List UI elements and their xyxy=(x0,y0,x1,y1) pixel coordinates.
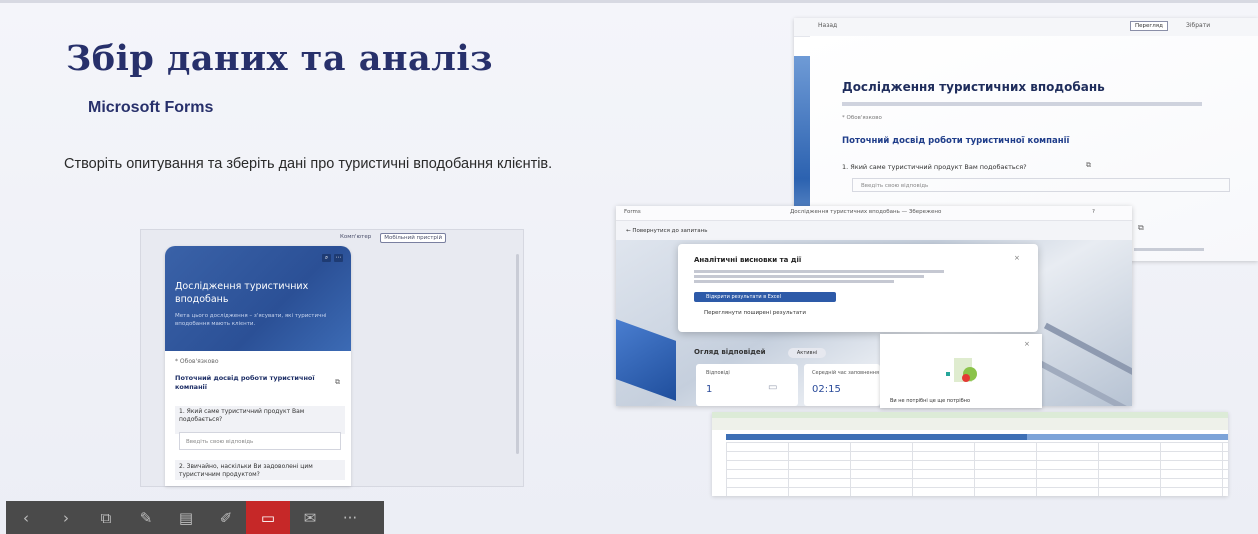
tab-mobile: Мобільний пристрій xyxy=(380,233,447,243)
pen-tool-button[interactable]: ✎ xyxy=(126,501,166,534)
popup-title: Аналітичні висновки та дії xyxy=(694,256,802,264)
preview-button: Перегляд xyxy=(1130,21,1168,31)
stat-value: 02:15 xyxy=(812,384,841,395)
section-title: Поточний досвід роботи туристичної компа… xyxy=(842,136,1070,146)
overview-title: Огляд відповідей xyxy=(694,348,766,356)
slides-view-button[interactable]: ⧉ xyxy=(86,501,126,534)
required-note: * Обов'язково xyxy=(842,115,882,121)
subtitles-button[interactable]: ▤ xyxy=(166,501,206,534)
prev-slide-button[interactable]: ‹ xyxy=(6,501,46,534)
text-line xyxy=(1134,248,1204,251)
section-title: Поточний досвід роботи туристичної компа… xyxy=(175,374,315,391)
stat-label: Відповіді xyxy=(706,370,730,376)
preview-toggle: Комп'ютер Мобільний пристрій xyxy=(337,233,447,243)
form-description: Мета цього дослідження – з'ясувати, які … xyxy=(175,313,327,327)
time-stat-card: Середній час заповнення 02:15 xyxy=(804,364,880,406)
form-title: Дослідження туристичних вподобань xyxy=(175,281,309,305)
question-2-text: 2. Звичайно, наскільки Ви задоволені цим… xyxy=(179,463,313,478)
excel-spreadsheet-screenshot xyxy=(712,412,1228,496)
close-icon: × xyxy=(1014,254,1020,262)
slide-body-text: Створіть опитування та зберіть дані про … xyxy=(64,156,553,172)
header-icons: ⌕ ⋯ xyxy=(322,254,343,262)
view-results-link: Переглянути поширені результати xyxy=(704,310,806,316)
dashboard-titlebar: Forms Дослідження туристичних вподобань … xyxy=(616,206,1132,221)
slide-subtitle: Microsoft Forms xyxy=(88,99,214,116)
app-name: Forms xyxy=(624,209,641,215)
insights-popup: Аналітичні висновки та дії × Відкрити ре… xyxy=(678,244,1038,332)
stat-value: 1 xyxy=(706,384,713,395)
collect-label: Зібрати xyxy=(1186,22,1211,29)
question-2: 2. Звичайно, наскільки Ви задоволені цим… xyxy=(175,460,345,480)
slide: Збір даних та аналіз Microsoft Forms Ств… xyxy=(0,0,1258,534)
phone-mockup: ⌕ ⋯ Дослідження туристичних вподобань Ме… xyxy=(165,246,351,486)
back-link: ← Повернутися до запитань xyxy=(626,228,708,234)
form-description-line xyxy=(842,102,1202,106)
record-camera-button[interactable]: ▭ xyxy=(246,501,290,534)
section-icon: ⧉ xyxy=(335,378,340,386)
help-icon: ? xyxy=(1092,209,1095,215)
presentation-toolbar: ‹ › ⧉ ✎ ▤ ✐ ▭ ✉ ··· xyxy=(6,501,384,534)
table-header-row xyxy=(726,434,1228,440)
open-in-excel-button: Відкрити результати в Excel xyxy=(694,292,836,302)
close-icon: × xyxy=(1024,340,1030,348)
responses-stat-card: Відповіді 1 ▭ xyxy=(696,364,798,406)
stat-label: Середній час заповнення xyxy=(812,370,880,376)
tab-computer: Комп'ютер xyxy=(340,234,372,240)
suggestion-text: Ви не потрібні це ще потрібно xyxy=(890,398,970,404)
decorative-shape xyxy=(616,319,676,401)
suggestion-card: × Ви не потрібні це ще потрібно xyxy=(880,334,1042,408)
back-label: Назад xyxy=(818,22,838,29)
question-1: 1. Який саме туристичний продукт Вам под… xyxy=(175,406,345,434)
more-icon: ⋯ xyxy=(334,254,343,262)
question-1-text: 1. Який саме туристичний продукт Вам под… xyxy=(842,163,1027,171)
slide-top-border xyxy=(0,0,1258,3)
question-icon: ⧉ xyxy=(1086,161,1091,169)
more-options-button[interactable]: ··· xyxy=(330,501,370,534)
required-note: * Обов'язково xyxy=(175,358,219,365)
spreadsheet-grid xyxy=(726,442,1228,496)
slide-title: Збір даних та аналіз xyxy=(66,38,494,79)
comment-button[interactable]: ✉ xyxy=(290,501,330,534)
phone-preview-screenshot: Комп'ютер Мобільний пристрій ⌕ ⋯ Дослідж… xyxy=(140,229,524,487)
question-1-text: 1. Який саме туристичний продукт Вам под… xyxy=(179,408,305,423)
answer-input: Введіть свою відповідь xyxy=(179,432,341,450)
form-toolbar: Назад Перегляд Зібрати xyxy=(794,18,1258,37)
popup-description xyxy=(694,270,954,284)
form-title: Дослідження туристичних вподобань xyxy=(842,80,1105,94)
excel-formula-bar xyxy=(712,418,1228,430)
chat-icon: ▭ xyxy=(768,382,778,393)
copy-icon: ⧉ xyxy=(1138,223,1144,232)
status-badge: Активні xyxy=(788,348,826,358)
document-title: Дослідження туристичних вподобань — Збер… xyxy=(790,209,942,215)
form-header-banner: ⌕ ⋯ Дослідження туристичних вподобань Ме… xyxy=(165,246,351,351)
scrollbar xyxy=(516,254,519,454)
illustration-icon xyxy=(946,358,977,382)
next-slide-button[interactable]: › xyxy=(46,501,86,534)
answer-input: Введіть свою відповідь xyxy=(852,178,1230,192)
search-icon: ⌕ xyxy=(322,254,331,262)
laser-pointer-button[interactable]: ✐ xyxy=(206,501,246,534)
